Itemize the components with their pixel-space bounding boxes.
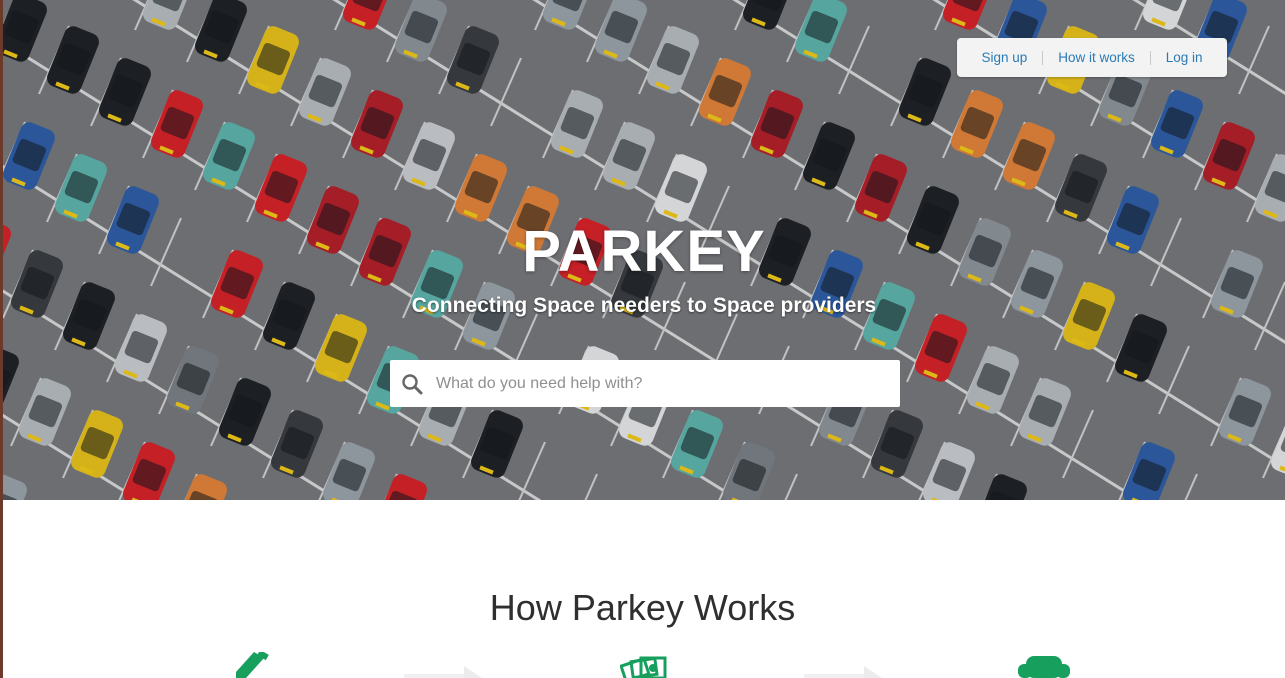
log-in-link[interactable]: Log in: [1151, 50, 1218, 65]
how-it-works-link[interactable]: How it works: [1043, 50, 1150, 65]
how-it-works-heading: How Parkey Works: [489, 586, 796, 628]
step-arrow: [804, 666, 882, 678]
search-input[interactable]: [434, 362, 900, 405]
cash-icon: [620, 656, 667, 678]
hero-subtitle: Connecting Space needers to Space provid…: [411, 294, 877, 317]
hero-title: PARKEY: [522, 219, 766, 284]
search-bar[interactable]: [390, 360, 900, 407]
pencil-icon: [236, 652, 269, 678]
search-icon: [390, 360, 434, 407]
top-nav: Sign up How it works Log in: [957, 38, 1227, 77]
hero-banner: Sign up How it works Log in PARKEY Conne…: [3, 0, 1285, 500]
sign-up-link[interactable]: Sign up: [966, 50, 1042, 65]
step-arrow: [404, 666, 482, 678]
armchair-icon: [1018, 656, 1070, 678]
